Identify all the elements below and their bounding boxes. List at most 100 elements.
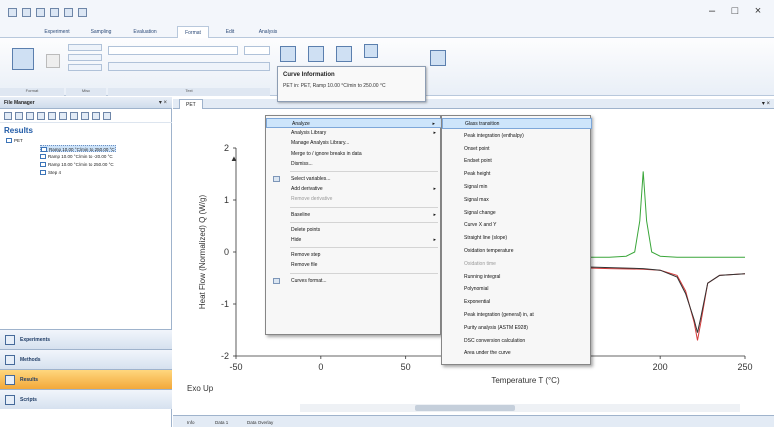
results-icon [5, 375, 15, 385]
tree-item[interactable]: Ramp 10.00 °C/min to -20.00 °C [40, 153, 113, 160]
y-tick-label: 2 [224, 143, 229, 153]
print-icon[interactable] [64, 7, 73, 17]
menu-item-delete-points[interactable]: Delete points [266, 225, 442, 235]
nav-methods[interactable]: Methods [0, 349, 172, 369]
filter-icon[interactable] [103, 111, 111, 120]
scrollbar-thumb[interactable] [415, 405, 515, 411]
menu-item-merge-to-ignore-breaks-in-data[interactable]: Merge to / ignore breaks in data [266, 149, 442, 159]
tab-edit[interactable]: Edit [218, 26, 242, 38]
submenu-item-peak-integration-enthalpy[interactable]: Peak integration (enthalpy) [442, 131, 592, 142]
horizontal-scrollbar[interactable] [300, 404, 740, 412]
nav-results[interactable]: Results [0, 369, 172, 389]
submenu-item-dsc-conversion-calculation[interactable]: DSC conversion calculation [442, 336, 592, 347]
header-toggle[interactable] [68, 64, 102, 71]
menu-item-label: Add derivative [291, 186, 323, 193]
submenu-item-signal-min[interactable]: Signal min [442, 182, 592, 193]
app-icon[interactable] [8, 7, 17, 17]
menu-item-label: Delete points [291, 226, 321, 233]
font-size-dropdown[interactable] [244, 46, 270, 55]
tree-item[interactable]: PET [6, 137, 23, 144]
new-file-icon[interactable] [15, 111, 23, 120]
maximize-button[interactable]: □ [727, 4, 743, 18]
document-tab-pet[interactable]: PET [179, 99, 203, 109]
curves-format-icon[interactable] [12, 48, 34, 70]
customize-dropdown-icon[interactable] [78, 7, 87, 17]
submenu-item-straight-line-slope[interactable]: Straight line (slope) [442, 233, 592, 244]
save-icon[interactable] [22, 7, 31, 17]
legend-toggle[interactable] [68, 44, 102, 51]
menu-item-select-variables[interactable]: Select variables... [266, 174, 442, 184]
copy-icon[interactable] [59, 111, 67, 120]
delete-icon[interactable] [81, 111, 89, 120]
text-format-toolbar[interactable] [108, 62, 270, 71]
curve-info-tooltip: Curve Information PET in: PET, Ramp 10.0… [277, 66, 426, 102]
layout-icon[interactable] [430, 50, 446, 66]
submenu-item-area-under-the-curve[interactable]: Area under the curve [442, 348, 592, 359]
save-layout-icon[interactable] [364, 44, 378, 58]
submenu-item-polynomial[interactable]: Polynomial [442, 284, 592, 295]
menu-item-icon [273, 277, 280, 284]
submenu-item-curve-x-and-y[interactable]: Curve X and Y [442, 220, 592, 231]
curve-icon [40, 154, 46, 160]
nav-label: Methods [20, 357, 41, 363]
refresh-icon[interactable] [26, 111, 34, 120]
group-label-format: Format [0, 88, 64, 96]
redo-icon[interactable] [50, 7, 59, 17]
menu-item-analysis-library[interactable]: Analysis Library ▸ [266, 128, 442, 138]
submenu-item-exponential[interactable]: Exponential [442, 297, 592, 308]
chart-icon[interactable] [280, 46, 296, 62]
tree-item[interactable]: Ramp 10.00 °C/min to 250.00 °C [40, 161, 114, 168]
submenu-item-endset-point[interactable]: Endset point [442, 156, 592, 167]
tab-info[interactable]: Info [179, 418, 195, 427]
tree-item[interactable]: Step 4 [40, 169, 61, 176]
y-tick-label: 1 [224, 195, 229, 205]
close-button[interactable]: × [750, 4, 766, 18]
nav-experiments[interactable]: Experiments [0, 329, 172, 349]
file-manager-header: File Manager [0, 97, 172, 109]
list-view-icon[interactable] [48, 111, 56, 120]
nav-label: Scripts [20, 397, 37, 403]
tab-format[interactable]: Format [177, 26, 209, 38]
tab-data-1[interactable]: Data 1 [207, 418, 228, 427]
grid-view-icon[interactable] [37, 111, 45, 120]
tab-analysis[interactable]: Analysis [250, 26, 286, 38]
menu-item-label: Select variables... [291, 176, 331, 182]
submenu-item-glass-transition[interactable]: Glass transition [442, 118, 592, 129]
submenu-item-signal-max[interactable]: Signal max [442, 195, 592, 206]
export-icon[interactable] [46, 54, 60, 68]
minimize-button[interactable]: – [704, 4, 720, 18]
grid-icon[interactable] [336, 46, 352, 62]
submenu-item-oxidation-temperature[interactable]: Oxidation temperature [442, 246, 592, 257]
submenu-item-purity-analysis-astm-e928[interactable]: Purity analysis (ASTM E928) [442, 323, 592, 334]
submenu-item-running-integral[interactable]: Running integral [442, 272, 592, 283]
tab-data-overlay[interactable]: Data Overlay [239, 418, 273, 427]
nav-scripts[interactable]: Scripts [0, 389, 172, 409]
font-dropdown[interactable] [108, 46, 238, 55]
menu-item-analyze[interactable]: Analyze ▸ [266, 118, 442, 129]
menu-item-hide[interactable]: Hide ▸ [266, 235, 442, 245]
panel-pin-icon[interactable]: ▾ × [159, 97, 167, 109]
menu-item-baseline[interactable]: Baseline ▸ [266, 210, 442, 220]
tree-item[interactable]: Ramp 10.00 °C/min to 250.00 °C [40, 145, 116, 153]
axis-icon[interactable] [308, 46, 324, 62]
menu-item-manage-analysis-library[interactable]: Manage Analysis Library... [266, 138, 442, 148]
submenu-item-signal-change[interactable]: Signal change [442, 208, 592, 219]
menu-item-label: Baseline [291, 211, 311, 218]
search-icon[interactable] [92, 111, 100, 120]
undo-icon[interactable] [36, 7, 45, 17]
submenu-item-peak-integration-general-in-at[interactable]: Peak integration (general) in, at [442, 310, 592, 321]
tab-sampling[interactable]: Sampling [86, 26, 116, 38]
tab-evaluation[interactable]: Evaluation [128, 26, 162, 38]
menu-item-curves-format[interactable]: Curves format... [266, 276, 442, 286]
title-toggle[interactable] [68, 54, 102, 61]
menu-item-add-derivative[interactable]: Add derivative ▸ [266, 184, 442, 194]
tab-experiment[interactable]: Experiment [40, 26, 74, 38]
menu-item-remove-step[interactable]: Remove step [266, 250, 442, 260]
submenu-item-onset-point[interactable]: Onset point [442, 144, 592, 155]
open-folder-icon[interactable] [4, 111, 12, 120]
paste-icon[interactable] [70, 111, 78, 120]
document-close-icon[interactable]: ▾ × [762, 99, 770, 109]
submenu-item-peak-height[interactable]: Peak height [442, 169, 592, 180]
menu-item-remove-file[interactable]: Remove file [266, 260, 442, 270]
menu-item-dismiss[interactable]: Dismiss... [266, 159, 442, 169]
